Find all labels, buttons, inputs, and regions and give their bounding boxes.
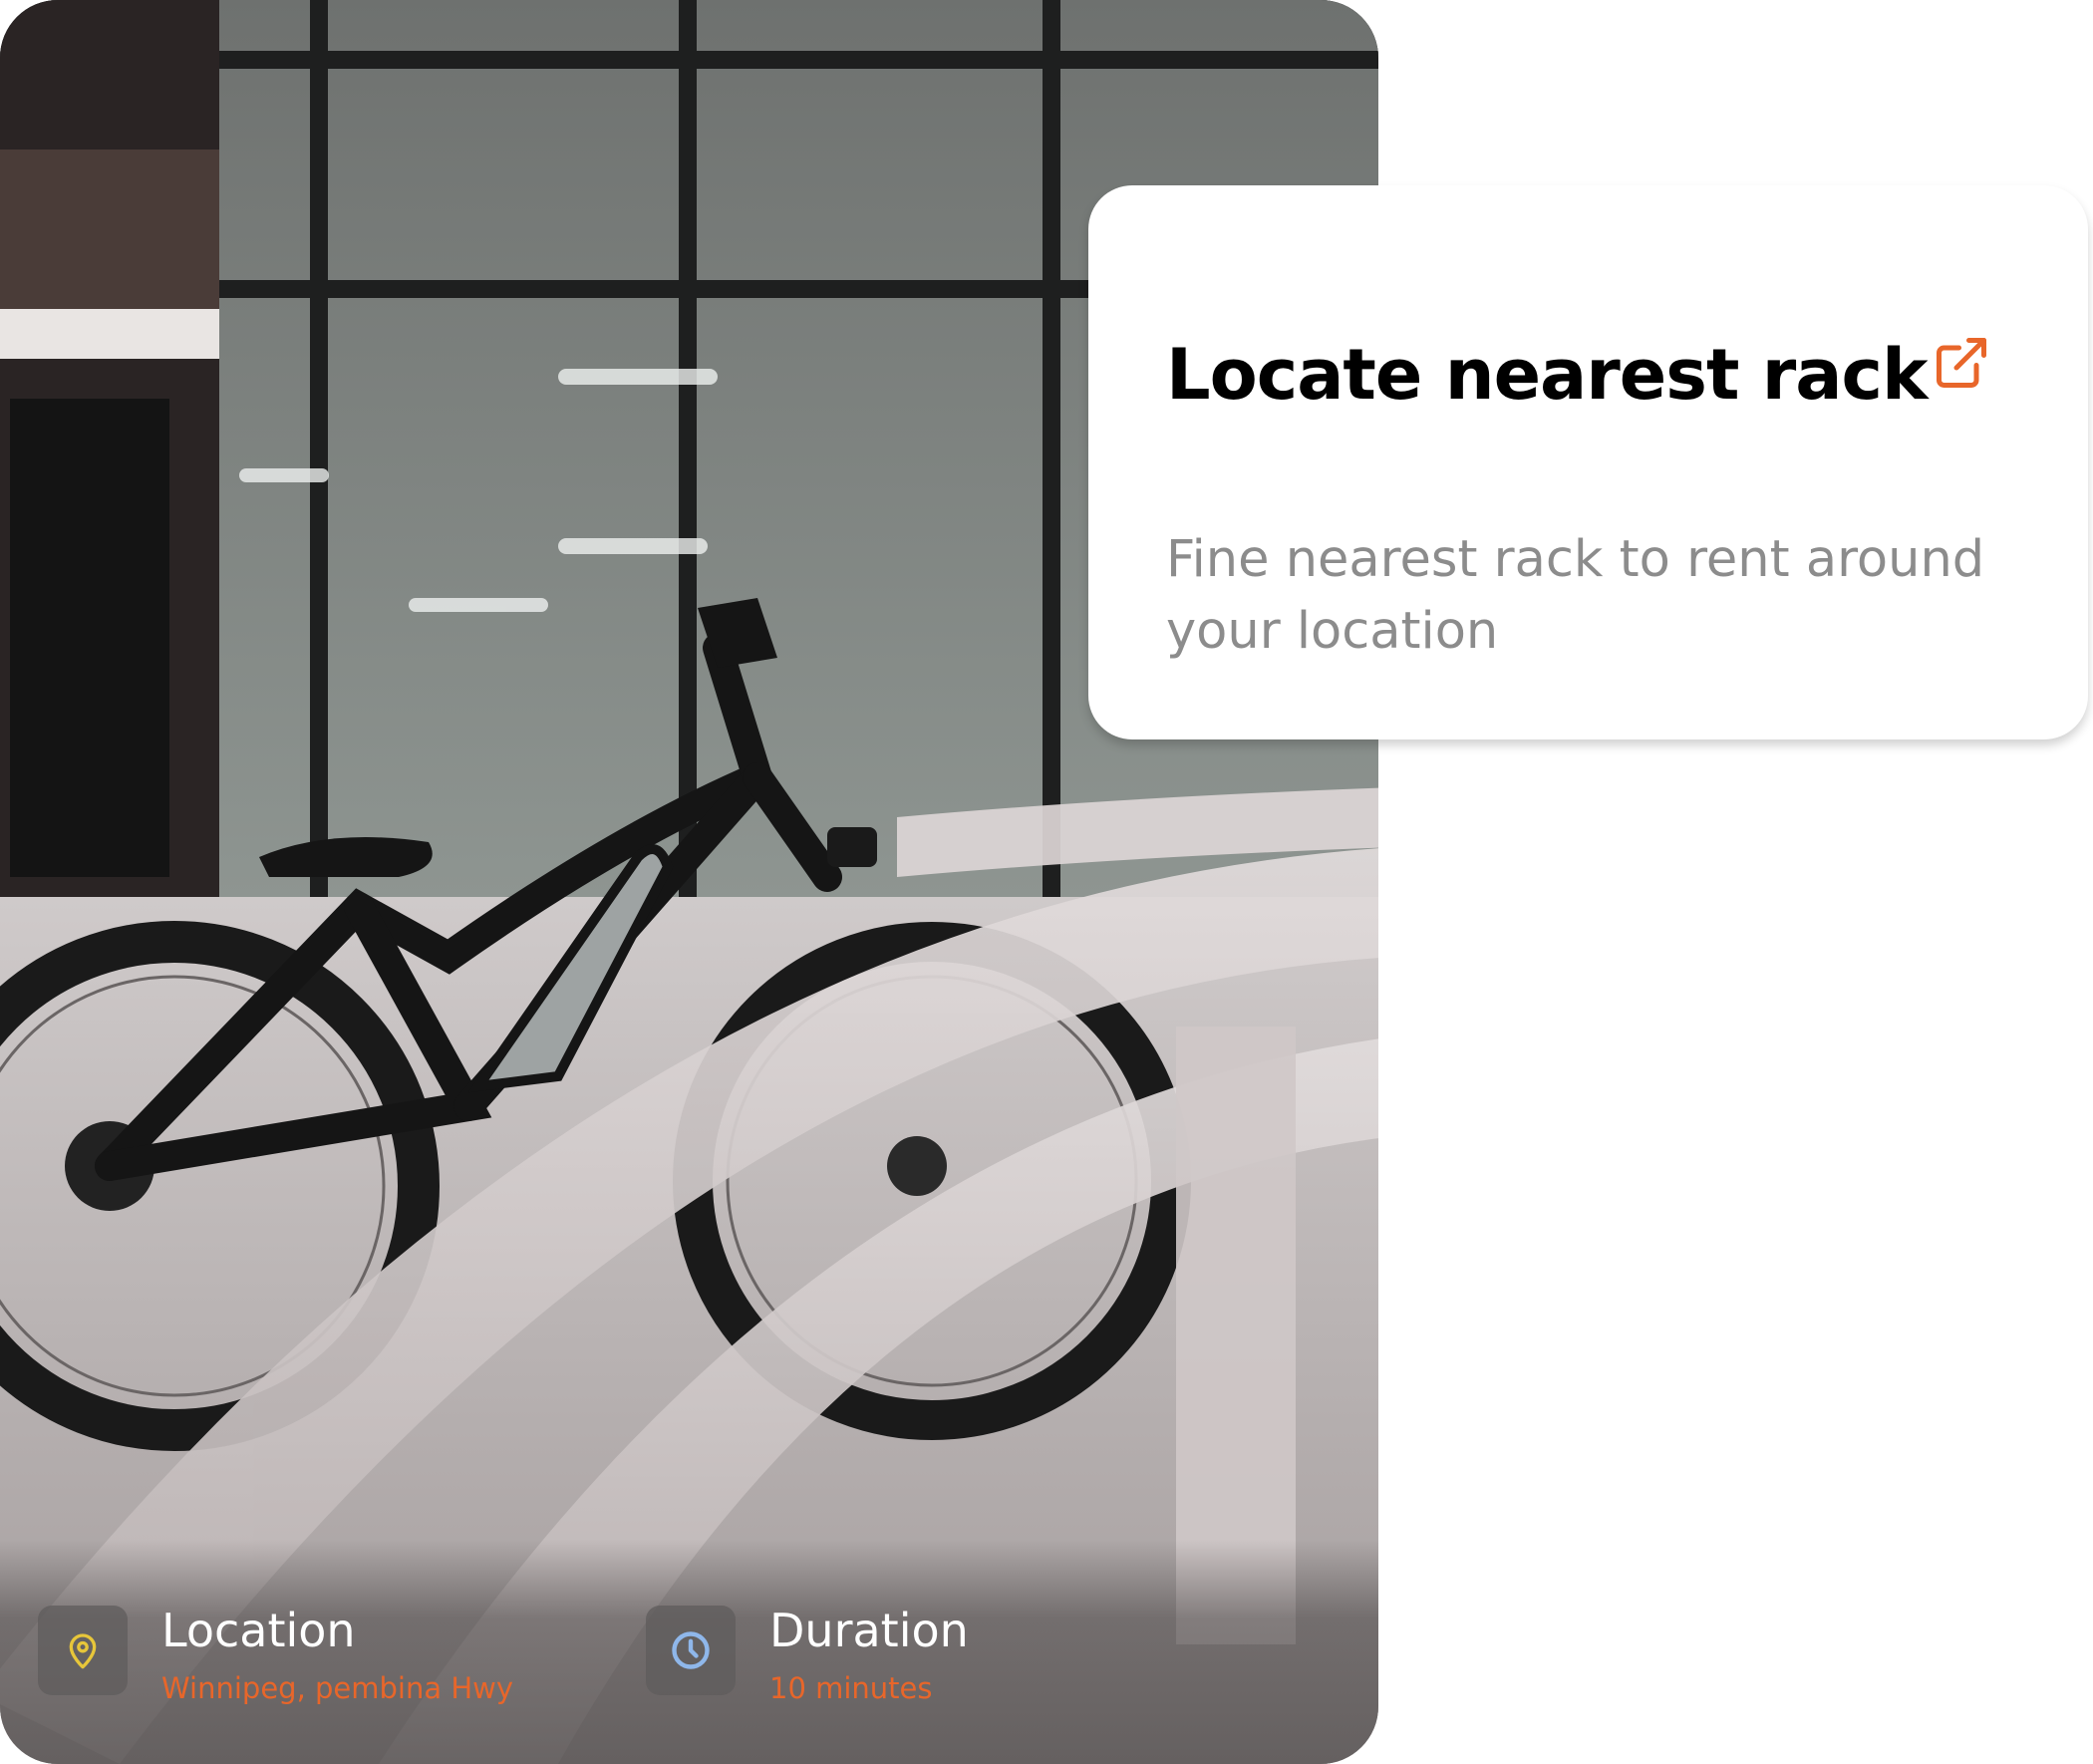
- location-value: Winnipeg, pembina Hwy: [161, 1671, 514, 1705]
- external-link-icon[interactable]: [1932, 333, 1991, 393]
- locate-rack-card[interactable]: Locate nearest rack Fine nearest rack to…: [1088, 185, 2088, 739]
- stage: Location Winnipeg, pembina Hwy Duration …: [0, 0, 2093, 1764]
- card-title: Locate nearest rack: [1166, 334, 1929, 416]
- clock-icon: [646, 1606, 736, 1695]
- card-description: Fine nearest rack to rent around your lo…: [1166, 530, 1985, 661]
- duration-value: 10 minutes: [769, 1671, 933, 1705]
- location-label: Location: [161, 1604, 356, 1657]
- duration-label: Duration: [769, 1604, 969, 1657]
- map-pin-icon: [38, 1606, 128, 1695]
